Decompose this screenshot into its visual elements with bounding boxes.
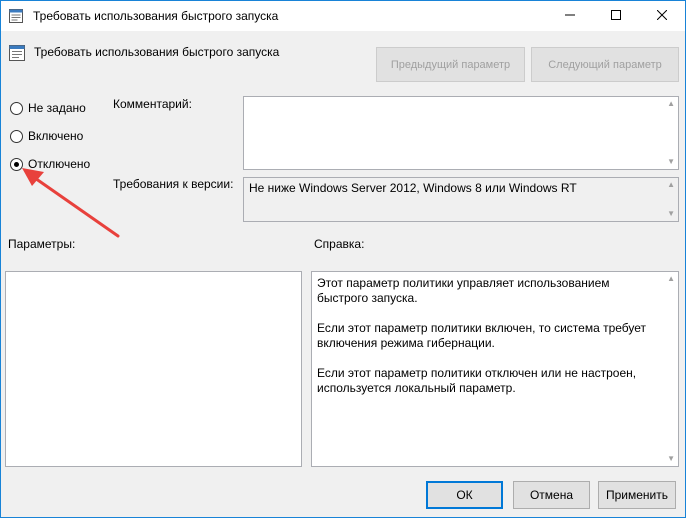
scroll-down-icon[interactable]: ▼ [667,210,675,218]
apply-button[interactable]: Применить [598,481,676,509]
minimize-button[interactable] [547,1,593,31]
parameters-panel [5,271,302,467]
help-label: Справка: [314,237,365,251]
policy-icon [9,45,25,61]
scroll-down-icon[interactable]: ▼ [667,158,675,166]
window-title: Требовать использования быстрого запуска [33,9,279,23]
radio-circle[interactable] [10,157,23,171]
parameters-label: Параметры: [8,237,76,251]
version-requirements-label: Требования к версии: [113,177,234,191]
help-paragraph: Этот параметр политики управляет использ… [317,276,610,305]
policy-icon [9,9,23,23]
help-paragraph: Если этот параметр политики включен, то … [317,321,647,350]
maximize-button[interactable] [593,1,639,31]
radio-label: Не задано [28,101,86,115]
version-requirements-value: Не ниже Windows Server 2012, Windows 8 и… [249,181,577,195]
comment-field[interactable]: ▲ ▼ [243,96,679,170]
scroll-up-icon[interactable]: ▲ [667,181,675,189]
help-text: Этот параметр политики управляет использ… [317,276,657,411]
ok-button[interactable]: ОК [426,481,503,509]
help-panel: Этот параметр политики управляет использ… [311,271,679,467]
radio-disabled[interactable]: Отключено [10,156,90,172]
previous-setting-button[interactable]: Предыдущий параметр [376,47,525,82]
maximize-icon [611,9,621,23]
version-requirements-field: Не ниже Windows Server 2012, Windows 8 и… [243,177,679,222]
policy-dialog-window: Требовать использования быстрого запуска… [0,0,686,518]
setting-title: Требовать использования быстрого запуска [34,45,280,59]
radio-label: Включено [28,129,84,143]
scroll-up-icon[interactable]: ▲ [667,100,675,108]
close-icon [656,9,668,23]
scroll-down-icon[interactable]: ▼ [667,455,675,463]
radio-not-configured[interactable]: Не задано [10,100,86,116]
close-button[interactable] [639,1,685,31]
title-bar[interactable]: Требовать использования быстрого запуска [1,1,685,31]
radio-circle[interactable] [10,101,23,115]
scroll-up-icon[interactable]: ▲ [667,275,675,283]
next-setting-button[interactable]: Следующий параметр [531,47,679,82]
radio-enabled[interactable]: Включено [10,128,83,144]
minimize-icon [565,9,575,23]
radio-circle[interactable] [10,129,23,143]
cancel-button[interactable]: Отмена [513,481,590,509]
comment-label: Комментарий: [113,97,192,111]
radio-label: Отключено [28,157,91,171]
help-paragraph: Если этот параметр политики отключен или… [317,366,637,395]
